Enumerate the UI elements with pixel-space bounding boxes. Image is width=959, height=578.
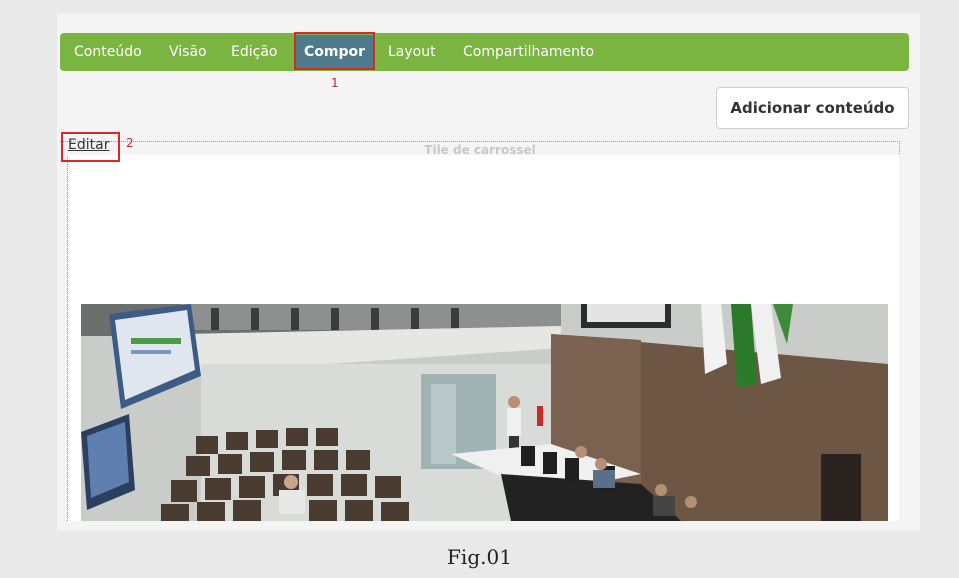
tile-border-top [60,141,900,142]
step-marker-2: 2 [126,136,134,150]
add-content-button[interactable]: Adicionar conteúdo [716,87,909,129]
carousel-image[interactable] [81,304,888,521]
nav-item-edicao[interactable]: Edição [231,33,277,71]
nav-item-visao[interactable]: Visão [169,33,207,71]
figure-caption: Fig.01 [447,545,512,569]
step-marker-1: 1 [331,76,339,90]
nav-item-layout[interactable]: Layout [388,33,436,71]
top-navbar: Conteúdo Visão Edição Compor Layout Comp… [60,33,909,71]
tile-border-right [899,141,900,154]
nav-item-compartilhamento[interactable]: Compartilhamento [463,33,594,71]
auditorium-photo [81,304,888,521]
tile-title: Tile de carrossel [424,143,536,155]
nav-item-conteudo[interactable]: Conteúdo [74,33,142,71]
highlight-box-editar [61,132,120,162]
tile-border-left [67,156,68,521]
highlight-box-compor [294,32,375,70]
